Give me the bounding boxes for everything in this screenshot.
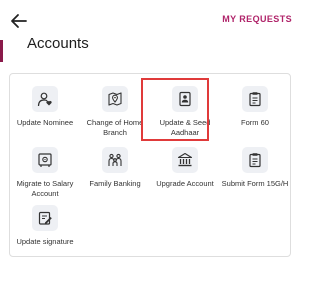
service-label: Form 60 <box>241 118 269 127</box>
service-label: Update Nominee <box>16 118 74 127</box>
clipboard-icon <box>242 86 268 112</box>
service-change-home-branch[interactable]: Change of Home Branch <box>80 86 150 137</box>
service-label: Submit Form 15G/H <box>221 179 289 188</box>
person-heart-icon <box>32 86 58 112</box>
service-label: Upgrade Account <box>156 179 214 188</box>
service-update-signature[interactable]: Update signature <box>10 205 80 247</box>
map-pin-icon <box>102 86 128 112</box>
header-accent-bar <box>0 40 3 62</box>
form-icon <box>242 147 268 173</box>
service-label: Change of Home Branch <box>86 118 144 137</box>
my-requests-link[interactable]: MY REQUESTS <box>222 14 292 24</box>
service-label: Migrate to Salary Account <box>16 179 74 198</box>
service-update-nominee[interactable]: Update Nominee <box>10 86 80 128</box>
service-label: Update signature <box>16 237 74 246</box>
highlight-box <box>141 78 209 141</box>
service-family-banking[interactable]: Family Banking <box>80 147 150 189</box>
service-migrate-salary-account[interactable]: Migrate to Salary Account <box>10 147 80 198</box>
safe-icon <box>32 147 58 173</box>
service-upgrade-account[interactable]: Upgrade Account <box>150 147 220 189</box>
bank-icon <box>172 147 198 173</box>
app-header: MY REQUESTS Accounts <box>0 0 300 62</box>
signature-icon <box>32 205 58 231</box>
family-icon <box>102 147 128 173</box>
arrow-left-icon[interactable] <box>8 10 30 32</box>
service-label: Family Banking <box>89 179 141 188</box>
page-title: Accounts <box>27 35 89 52</box>
service-submit-form-15gh[interactable]: Submit Form 15G/H <box>220 147 290 189</box>
service-form-60[interactable]: Form 60 <box>220 86 290 128</box>
